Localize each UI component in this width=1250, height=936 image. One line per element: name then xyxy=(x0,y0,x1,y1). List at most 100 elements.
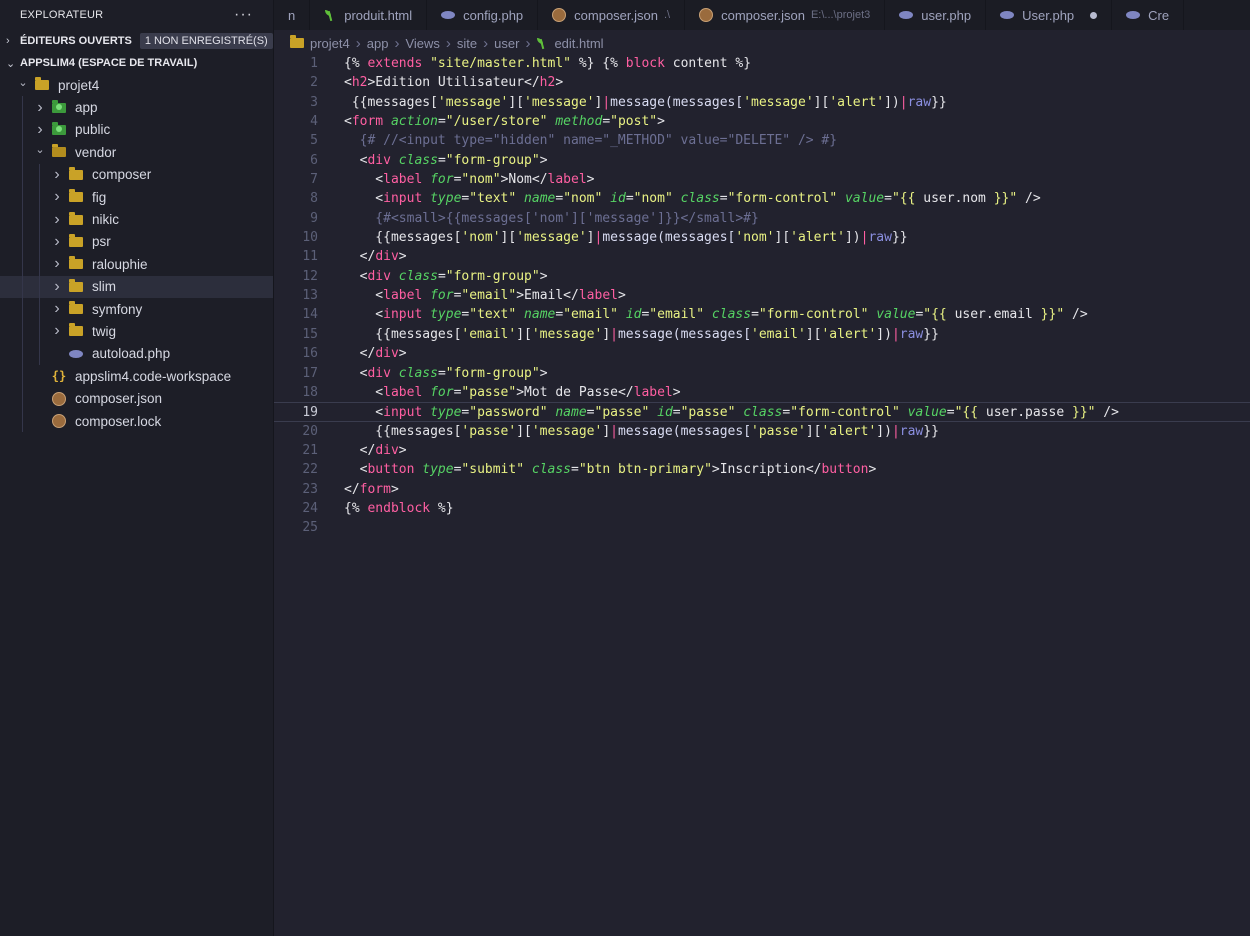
code-line[interactable]: 3 {{messages['message']['message']|messa… xyxy=(274,93,1250,112)
code-token: for xyxy=(430,172,454,188)
line-number: 9 xyxy=(310,210,318,226)
chevron-right-icon: › xyxy=(445,34,451,52)
code-line[interactable]: 15 {{messages['email']['message']|messag… xyxy=(274,325,1250,344)
breadcrumb-item[interactable]: Views xyxy=(405,36,439,51)
chevron-right-icon: › xyxy=(483,34,489,52)
tree-item-composer-lock[interactable]: composer.lock xyxy=(0,409,273,433)
tree-item-projet4[interactable]: ⌄ projet4 xyxy=(0,74,273,96)
tree-item-composer-json[interactable]: composer.json xyxy=(0,387,273,410)
tab-composer-json[interactable]: composer.json .\ xyxy=(538,0,686,30)
code-line[interactable]: 21 </div> xyxy=(274,441,1250,460)
tree-item-label: app xyxy=(75,100,98,116)
tree-item-twig[interactable]: › twig xyxy=(0,320,273,343)
tree-item-public[interactable]: › public xyxy=(0,118,273,142)
code-token: = xyxy=(437,152,446,168)
breadcrumb-item[interactable]: app xyxy=(367,36,389,51)
line-content: {{messages['email']['message']|message(m… xyxy=(344,325,939,344)
breadcrumb-item[interactable]: user xyxy=(494,36,519,51)
code-line[interactable]: 25 xyxy=(274,518,1250,537)
code-line[interactable]: 22 <button type="submit" class="btn btn-… xyxy=(274,460,1250,479)
code-token: }} xyxy=(891,230,908,246)
tree-item-fig[interactable]: › fig xyxy=(0,185,273,209)
code-token: 'nom' xyxy=(461,230,501,246)
line-number: 11 xyxy=(302,249,318,265)
indent-guide xyxy=(22,118,23,142)
code-token: raw xyxy=(899,423,924,439)
code-token: > xyxy=(539,268,548,284)
code-line[interactable]: 18 <label for="passe">Mot de Passe</labe… xyxy=(274,383,1250,402)
tab-cre[interactable]: Cre xyxy=(1112,0,1185,30)
code-line[interactable]: 1 {% extends "site/master.html" %} {% blo… xyxy=(274,54,1250,73)
line-content: <input type="text" name="nom" id="nom" c… xyxy=(344,189,1041,208)
tab-user-php[interactable]: user.php xyxy=(885,0,987,30)
tree-item-autoload-php[interactable]: autoload.php xyxy=(0,342,273,366)
code-line[interactable]: 23 </form> xyxy=(274,480,1250,499)
open-editors-section[interactable]: › ÉDITEURS OUVERTS 1 NON ENREGISTRÉ(S) xyxy=(0,30,273,52)
code-editor[interactable]: 1 {% extends "site/master.html" %} {% blo… xyxy=(274,54,1250,936)
tab-n[interactable]: n xyxy=(274,0,311,30)
more-actions-icon[interactable]: ··· xyxy=(234,6,253,24)
twig-icon-wrap xyxy=(536,37,548,49)
tree-item-nikic[interactable]: › nikic xyxy=(0,208,273,231)
tab-produit-html[interactable]: produit.html xyxy=(310,0,428,30)
composer-icon-wrap xyxy=(51,414,67,429)
code-token: 'alert' xyxy=(829,94,885,110)
tab-config-php[interactable]: config.php xyxy=(427,0,539,30)
tree-item-ralouphie[interactable]: › ralouphie xyxy=(0,253,273,276)
code-token: "nom" xyxy=(461,172,501,188)
code-line[interactable]: 19 <input type="password" name="passe" i… xyxy=(274,402,1250,422)
workspace-section[interactable]: ⌄ APPSLIM4 (ESPACE DE TRAVAIL) xyxy=(0,52,273,74)
tree-item-label: symfony xyxy=(92,301,143,317)
php-file-icon xyxy=(69,349,83,358)
breadcrumb-item[interactable]: edit.html xyxy=(536,36,604,51)
code-token: id xyxy=(625,307,642,323)
twig-icon xyxy=(536,37,548,49)
code-line[interactable]: 13 <label for="email">Email</label> xyxy=(274,286,1250,305)
tree-item-symfony[interactable]: › symfony xyxy=(0,297,273,321)
code-line[interactable]: 8 <input type="text" name="nom" id="nom"… xyxy=(274,189,1250,208)
code-token: /> xyxy=(1095,405,1119,421)
code-line[interactable]: 12 <div class="form-group"> xyxy=(274,267,1250,286)
tree-item-vendor[interactable]: ⌄ vendor xyxy=(0,141,273,164)
unsaved-dot-icon[interactable] xyxy=(1090,11,1098,19)
code-token: message(messages[ xyxy=(602,230,736,246)
tree-item-slim[interactable]: › slim xyxy=(0,275,273,298)
code-token: = xyxy=(571,462,579,478)
code-line[interactable]: 11 </div> xyxy=(274,247,1250,266)
tree-item-psr[interactable]: › psr xyxy=(0,230,273,254)
code-token: /> xyxy=(1017,191,1041,207)
code-line[interactable]: 7 <label for="nom">Nom</label> xyxy=(274,170,1250,189)
code-line[interactable]: 20 {{messages['passe']['message']|messag… xyxy=(274,422,1250,441)
folder-icon-wrap xyxy=(68,278,84,294)
tree-item-composer[interactable]: › composer xyxy=(0,163,273,186)
folder-icon xyxy=(69,278,83,292)
code-token: 'passe' xyxy=(461,423,517,439)
folder-project-icon xyxy=(290,35,304,48)
twig-icon xyxy=(324,9,336,21)
code-line[interactable]: 16 </div> xyxy=(274,344,1250,363)
code-token: < xyxy=(344,462,368,478)
code-token: = xyxy=(437,365,446,381)
chevron-right-icon: › xyxy=(355,34,361,52)
code-line[interactable]: 14 <input type="text" name="email" id="e… xyxy=(274,305,1250,324)
code-token: h2 xyxy=(351,75,368,91)
folder-project-icon-wrap xyxy=(34,77,50,92)
line-content: <button type="submit" class="btn btn-pri… xyxy=(344,460,877,479)
tree-item-app[interactable]: › app xyxy=(0,96,273,119)
code-token: "nom" xyxy=(563,191,603,207)
code-line[interactable]: 6 <div class="form-group"> xyxy=(274,151,1250,170)
code-line[interactable]: 4 <form action="/user/store" method="post… xyxy=(274,112,1250,131)
code-line[interactable]: 10 {{messages['nom']['message']|message(… xyxy=(274,228,1250,247)
tab-composer-json[interactable]: composer.json E:\...\projet3 xyxy=(685,0,886,30)
code-line[interactable]: 24 {% endblock %} xyxy=(274,499,1250,518)
tree-item-appslim4-code-workspace[interactable]: {} appslim4.code-workspace xyxy=(0,365,273,388)
breadcrumb-item[interactable]: projet4 xyxy=(290,35,350,51)
code-line[interactable]: 5 {# //<input type="hidden" name="_METHO… xyxy=(274,131,1250,150)
code-token: ]) xyxy=(844,230,861,246)
code-line[interactable]: 2 <h2>Edition Utilisateur</h2> xyxy=(274,73,1250,92)
code-line[interactable]: 17 <div class="form-group"> xyxy=(274,364,1250,383)
code-line[interactable]: 9 {#<small>{{messages['nom']['message']}… xyxy=(274,209,1250,228)
breadcrumb-item[interactable]: site xyxy=(457,36,477,51)
code-token: >Mot de Passe</ xyxy=(516,384,634,400)
tab-user-php[interactable]: User.php xyxy=(986,0,1113,30)
